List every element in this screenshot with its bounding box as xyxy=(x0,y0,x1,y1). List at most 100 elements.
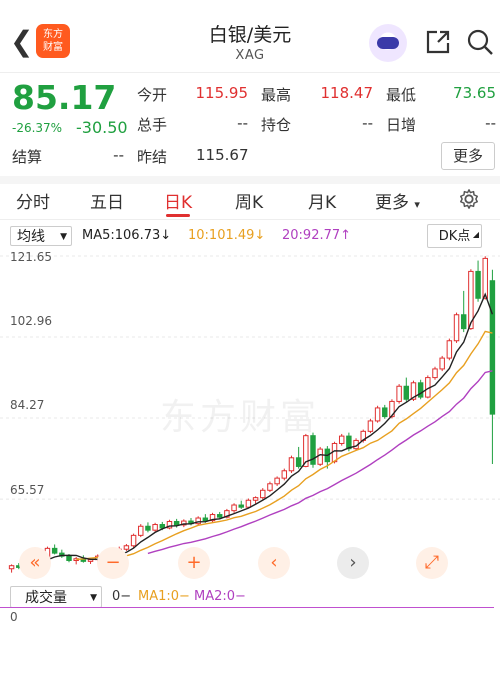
indicator-select[interactable]: 均线 ▼ xyxy=(10,226,72,246)
candle-body xyxy=(51,547,58,554)
settle-value: -- xyxy=(113,146,124,164)
y-tick-label: 65.57 xyxy=(10,483,45,497)
candle-body xyxy=(66,555,72,561)
tab-daily-k[interactable]: 日K xyxy=(164,188,192,213)
ma5-readout: MA5:106.73↓ xyxy=(82,228,172,243)
daily-add-value: -- xyxy=(485,114,496,132)
candle-body xyxy=(367,420,374,432)
candle-body xyxy=(267,483,273,491)
open-value: 115.95 xyxy=(195,84,249,102)
y-tick-label: 102.96 xyxy=(10,314,52,328)
tab-monthly-k[interactable]: 月K xyxy=(308,188,336,213)
volume-label: 总手 xyxy=(137,116,168,134)
fullscreen-button[interactable]: ⤢ xyxy=(416,547,448,579)
candle-body xyxy=(152,524,158,531)
tab-more[interactable]: 更多 ▾ xyxy=(375,188,420,213)
candle-body xyxy=(260,489,266,499)
candle-body xyxy=(231,504,237,512)
prev-button[interactable]: ‹ xyxy=(258,547,290,579)
indicator-select-label: 均线 xyxy=(17,229,45,245)
candle-body xyxy=(460,314,467,330)
plus-icon: + xyxy=(186,552,202,573)
candle-body xyxy=(138,525,144,536)
volume-readout: 0− xyxy=(112,589,132,604)
candle-body xyxy=(8,565,15,570)
candle-body xyxy=(252,497,259,501)
zoom-in-button[interactable]: + xyxy=(178,547,210,579)
search-icon[interactable] xyxy=(466,28,494,56)
candle-body xyxy=(475,270,481,299)
chevron-left-icon: ‹ xyxy=(270,552,278,573)
tab-weekly-k[interactable]: 周K xyxy=(235,188,263,213)
candle-body xyxy=(281,470,288,479)
ma10-readout: 10:101.49↓ xyxy=(188,228,266,243)
candle-body xyxy=(338,435,345,444)
corner-caret-icon: ◢ xyxy=(472,230,479,239)
low-label: 最低 xyxy=(386,86,417,104)
dk-point-label: DK点 xyxy=(438,229,471,244)
daily-add-label: 日增 xyxy=(386,116,417,134)
prev-settle-value: 115.67 xyxy=(196,146,249,164)
candle-body xyxy=(374,407,381,422)
dk-point-button[interactable]: DK点 ◢ xyxy=(427,224,482,248)
tab-five-day[interactable]: 五日 xyxy=(90,188,124,213)
candle-body xyxy=(446,340,453,359)
rewind-icon: « xyxy=(29,552,41,573)
share-icon[interactable] xyxy=(424,28,452,56)
assistant-face-icon xyxy=(377,37,399,49)
low-value: 73.65 xyxy=(453,84,496,102)
change-percent: -26.37% xyxy=(12,121,63,135)
prev-settle-label: 昨结 xyxy=(137,148,168,166)
candle-body xyxy=(489,280,496,415)
header-divider xyxy=(0,72,500,73)
volume-panel[interactable] xyxy=(0,605,500,699)
candle-body xyxy=(238,504,244,508)
candle-body xyxy=(482,257,488,299)
candle-body xyxy=(382,407,388,418)
candle-body xyxy=(245,499,252,508)
candle-body xyxy=(216,514,223,518)
candle-body xyxy=(202,517,209,522)
candle-body xyxy=(295,457,302,467)
candle-body xyxy=(274,477,280,485)
candle-body xyxy=(145,525,151,531)
candle-body xyxy=(123,545,130,550)
active-tab-indicator xyxy=(166,214,190,217)
volume-ma2-readout: MA2:0− xyxy=(194,589,246,604)
high-label: 最高 xyxy=(261,86,292,104)
candle-body xyxy=(288,457,295,472)
more-quote-button[interactable]: 更多 xyxy=(441,142,495,170)
gear-icon[interactable] xyxy=(458,188,480,210)
minus-icon: − xyxy=(105,552,121,573)
candle-body xyxy=(396,385,402,402)
candle-body xyxy=(403,385,410,400)
last-price: 85.17 xyxy=(12,78,117,117)
next-button[interactable]: › xyxy=(337,547,369,579)
caret-down-icon: ▼ xyxy=(60,232,67,242)
candle-body xyxy=(173,520,180,526)
tabs-divider xyxy=(0,219,500,220)
section-gap xyxy=(0,176,500,184)
candle-body xyxy=(130,534,137,547)
chevron-down-icon: ▾ xyxy=(414,198,420,211)
volume-select-label: 成交量 xyxy=(25,590,67,606)
candle-body xyxy=(159,524,166,529)
volume-ma1-readout: MA1:0− xyxy=(138,589,190,604)
candle-body xyxy=(453,314,460,342)
zoom-out-button[interactable]: − xyxy=(97,547,129,579)
candle-body xyxy=(317,448,323,465)
position-label: 持仓 xyxy=(261,116,292,134)
open-label: 今开 xyxy=(137,86,168,104)
expand-icon: ⤢ xyxy=(424,552,440,573)
tab-timeshare[interactable]: 分时 xyxy=(16,188,50,213)
candle-body xyxy=(432,368,438,379)
candle-body xyxy=(439,357,445,370)
ma10-line xyxy=(76,330,493,561)
rewind-button[interactable]: « xyxy=(19,547,51,579)
high-value: 118.47 xyxy=(320,84,374,102)
chevron-right-icon: › xyxy=(349,552,357,573)
settle-label: 结算 xyxy=(12,148,43,166)
ma20-readout: 20:92.77↑ xyxy=(282,228,352,243)
y-tick-label: 121.65 xyxy=(10,250,52,264)
tab-more-label: 更多 xyxy=(375,193,409,213)
